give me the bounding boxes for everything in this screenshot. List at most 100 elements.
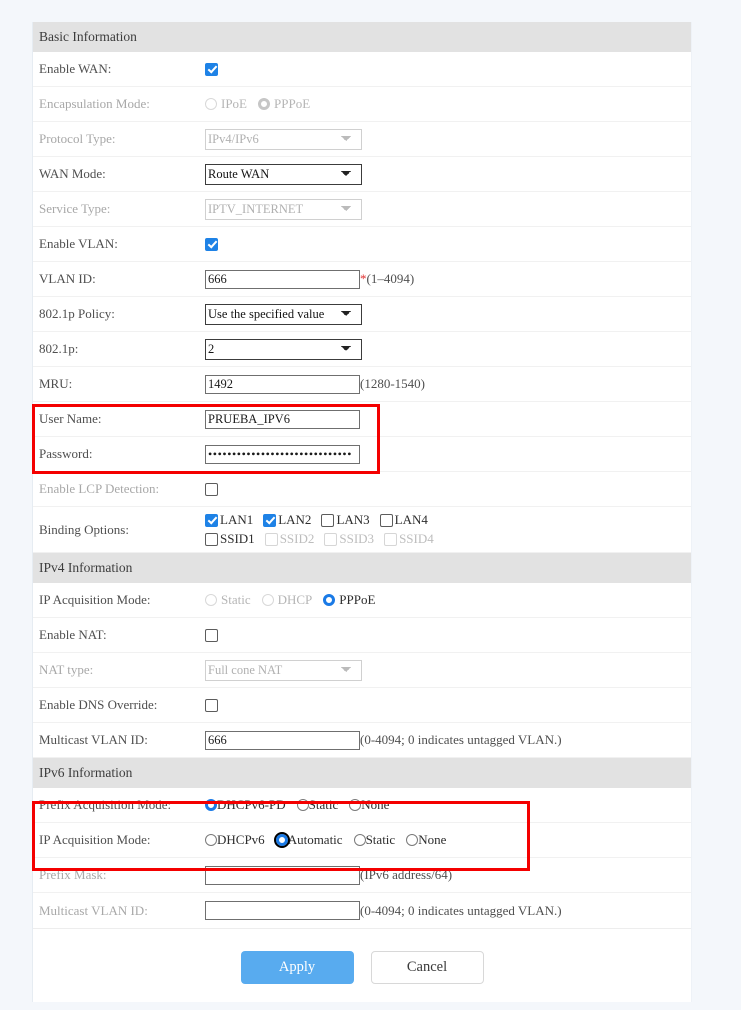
row-enable-nat: Enable NAT: — [33, 618, 691, 653]
radio-prefix-none[interactable] — [349, 799, 361, 811]
radio-label-ipv6-none: None — [418, 832, 446, 848]
checkbox-option-lan3[interactable]: LAN3 — [321, 512, 369, 528]
checkbox-option-ssid3[interactable]: SSID3 — [324, 531, 374, 547]
label-wan-mode: WAN Mode: — [39, 166, 205, 182]
label-ipv4-multicast-vlan-id: Multicast VLAN ID: — [39, 732, 205, 748]
radio-option-ipv6-automatic[interactable]: Automatic — [276, 832, 343, 848]
wan-config-form: Basic Information Enable WAN: Encapsulat… — [32, 22, 692, 1002]
input-ipv6-multicast-vlan-id[interactable] — [205, 901, 360, 920]
checkbox-enable-lcp-detection[interactable] — [205, 483, 218, 496]
row-enable-lcp-detection: Enable LCP Detection: — [33, 472, 691, 507]
label-encapsulation-mode: Encapsulation Mode: — [39, 96, 205, 112]
label-enable-vlan: Enable VLAN: — [39, 236, 205, 252]
row-ipv6-ip-acquisition-mode: IP Acquisition Mode: DHCPv6 Automatic St… — [33, 823, 691, 858]
radio-option-ipv6-dhcpv6[interactable]: DHCPv6 — [205, 832, 265, 848]
radio-ipv4-pppoe[interactable] — [323, 594, 335, 606]
input-mru[interactable] — [205, 375, 360, 394]
input-vlan-id[interactable] — [205, 270, 360, 289]
binding-options-lan-row: LAN1 LAN2 LAN3 LAN4 — [205, 512, 444, 528]
radio-label-prefix-dhcpv6-pd: DHCPv6-PD — [217, 797, 286, 813]
section-header-ipv4-information: IPv4 Information — [33, 553, 691, 583]
select-nat-type[interactable]: Full cone NAT — [205, 660, 362, 681]
checkbox-enable-nat[interactable] — [205, 629, 218, 642]
row-wan-mode: WAN Mode: Route WAN — [33, 157, 691, 192]
row-service-type: Service Type: IPTV_INTERNET — [33, 192, 691, 227]
radio-label-prefix-static: Static — [309, 797, 339, 813]
select-service-type[interactable]: IPTV_INTERNET — [205, 199, 362, 220]
radio-ipoe[interactable] — [205, 98, 217, 110]
radio-option-prefix-dhcpv6-pd[interactable]: DHCPv6-PD — [205, 797, 286, 813]
row-ipv4-ip-acquisition-mode: IP Acquisition Mode: Static DHCP PPPoE — [33, 583, 691, 618]
radio-label-ipv6-automatic: Automatic — [288, 832, 343, 848]
radio-label-ipv6-dhcpv6: DHCPv6 — [217, 832, 265, 848]
checkbox-label-ssid3: SSID3 — [339, 531, 374, 547]
checkbox-lan1[interactable] — [205, 514, 218, 527]
radio-label-pppoe: PPPoE — [274, 96, 310, 112]
label-enable-nat: Enable NAT: — [39, 627, 205, 643]
input-prefix-mask[interactable] — [205, 866, 360, 885]
checkbox-ssid3[interactable] — [324, 533, 337, 546]
checkbox-label-ssid2: SSID2 — [280, 531, 315, 547]
radio-prefix-static[interactable] — [297, 799, 309, 811]
checkbox-ssid4[interactable] — [384, 533, 397, 546]
input-user-name[interactable] — [205, 410, 360, 429]
radio-pppoe[interactable] — [258, 98, 270, 110]
radio-option-ipv4-dhcp[interactable]: DHCP — [262, 592, 313, 608]
checkbox-option-lan4[interactable]: LAN4 — [380, 512, 428, 528]
row-nat-type: NAT type: Full cone NAT — [33, 653, 691, 688]
checkbox-ssid1[interactable] — [205, 533, 218, 546]
label-protocol-type: Protocol Type: — [39, 131, 205, 147]
radio-option-prefix-none[interactable]: None — [349, 797, 389, 813]
radio-ipv6-automatic[interactable] — [276, 834, 288, 846]
label-8021p: 802.1p: — [39, 341, 205, 357]
checkbox-enable-wan[interactable] — [205, 63, 218, 76]
select-8021p-policy[interactable]: Use the specified value — [205, 304, 362, 325]
radio-prefix-dhcpv6-pd[interactable] — [205, 799, 217, 811]
label-8021p-policy: 802.1p Policy: — [39, 306, 205, 322]
radio-option-pppoe[interactable]: PPPoE — [258, 96, 310, 112]
label-user-name: User Name: — [39, 411, 205, 427]
checkbox-enable-vlan[interactable] — [205, 238, 218, 251]
section-header-basic-information: Basic Information — [33, 22, 691, 52]
row-password: Password: — [33, 437, 691, 472]
row-ipv6-multicast-vlan-id: Multicast VLAN ID: (0-4094; 0 indicates … — [33, 893, 691, 928]
checkbox-lan2[interactable] — [263, 514, 276, 527]
label-ipv6-multicast-vlan-id: Multicast VLAN ID: — [39, 903, 205, 919]
label-mru: MRU: — [39, 376, 205, 392]
select-wan-mode[interactable]: Route WAN — [205, 164, 362, 185]
binding-options-ssid-row: SSID1 SSID2 SSID3 SSID4 — [205, 531, 444, 547]
checkbox-enable-dns-override[interactable] — [205, 699, 218, 712]
radio-option-ipoe[interactable]: IPoE — [205, 96, 247, 112]
checkbox-lan4[interactable] — [380, 514, 393, 527]
radio-label-ipv4-pppoe: PPPoE — [339, 592, 375, 608]
checkbox-label-lan3: LAN3 — [336, 512, 369, 528]
radio-option-ipv6-none[interactable]: None — [406, 832, 446, 848]
radio-ipv6-static[interactable] — [354, 834, 366, 846]
checkbox-option-ssid1[interactable]: SSID1 — [205, 531, 255, 547]
radio-option-ipv4-static[interactable]: Static — [205, 592, 251, 608]
row-enable-dns-override: Enable DNS Override: — [33, 688, 691, 723]
checkbox-ssid2[interactable] — [265, 533, 278, 546]
radio-ipv6-dhcpv6[interactable] — [205, 834, 217, 846]
row-enable-vlan: Enable VLAN: — [33, 227, 691, 262]
apply-button[interactable]: Apply — [241, 951, 354, 984]
select-protocol-type[interactable]: IPv4/IPv6 — [205, 129, 362, 150]
checkbox-option-ssid4[interactable]: SSID4 — [384, 531, 434, 547]
checkbox-lan3[interactable] — [321, 514, 334, 527]
checkbox-option-ssid2[interactable]: SSID2 — [265, 531, 315, 547]
radio-ipv4-static[interactable] — [205, 594, 217, 606]
radio-option-prefix-static[interactable]: Static — [297, 797, 339, 813]
label-ipv6-ip-acquisition-mode: IP Acquisition Mode: — [39, 832, 205, 848]
cancel-button[interactable]: Cancel — [371, 951, 484, 984]
checkbox-option-lan1[interactable]: LAN1 — [205, 512, 253, 528]
select-8021p[interactable]: 2 — [205, 339, 362, 360]
checkbox-option-lan2[interactable]: LAN2 — [263, 512, 311, 528]
input-ipv4-multicast-vlan-id[interactable] — [205, 731, 360, 750]
radio-option-ipv6-static[interactable]: Static — [354, 832, 396, 848]
radio-ipv4-dhcp[interactable] — [262, 594, 274, 606]
binding-options-grid: LAN1 LAN2 LAN3 LAN4 — [205, 507, 444, 552]
row-vlan-id: VLAN ID: * (1–4094) — [33, 262, 691, 297]
radio-ipv6-none[interactable] — [406, 834, 418, 846]
radio-option-ipv4-pppoe[interactable]: PPPoE — [323, 592, 375, 608]
input-password[interactable] — [205, 445, 360, 464]
